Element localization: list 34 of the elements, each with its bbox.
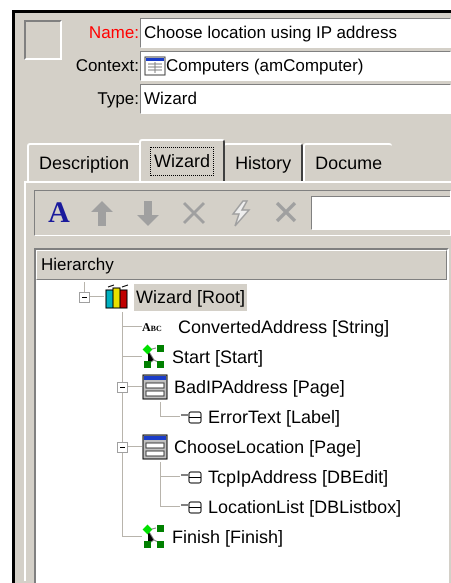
tree-item[interactable]: ChooseLocation [Page] (172, 434, 364, 460)
tree-item[interactable]: LocationList [DBListbox] (206, 494, 404, 520)
field-label: Type: (96, 88, 140, 110)
search-field[interactable] (311, 196, 450, 230)
flowchart-icon (142, 344, 166, 370)
text-field[interactable]: Choose location using IP address (140, 18, 451, 48)
tree-item[interactable]: TcpIpAddress [DBEdit] (206, 464, 390, 490)
tab[interactable]: History (223, 143, 304, 181)
table-icon (144, 56, 166, 76)
text-field[interactable]: Wizard (140, 84, 451, 114)
tree-item[interactable]: ConvertedAddress [String] (176, 314, 392, 340)
tree-item[interactable]: Finish [Finish] (170, 524, 286, 550)
image-placeholder (24, 20, 62, 60)
tab[interactable]: Description (27, 143, 142, 181)
tree-line (160, 402, 180, 417)
collapse-toggle[interactable] (117, 382, 128, 393)
tree-item[interactable]: Wizard [Root] (134, 284, 248, 310)
font-button[interactable]: A (45, 198, 73, 228)
tab[interactable]: Wizard (139, 139, 226, 181)
tree-item[interactable]: Start [Start] (170, 344, 266, 370)
text-field[interactable]: Computers (amComputer) (140, 51, 451, 81)
collapse-toggle[interactable] (117, 442, 128, 453)
field-label: Context: (74, 55, 140, 78)
collapse-toggle[interactable] (79, 292, 90, 303)
form-icon (142, 374, 168, 400)
books-icon (104, 284, 130, 310)
tree-item[interactable]: BadIPAddress [Page] (172, 374, 347, 400)
flowchart-icon (142, 524, 166, 550)
string-icon: Abc (142, 318, 172, 336)
tab[interactable]: Docume (303, 143, 392, 181)
column-header: Hierarchy (36, 250, 447, 280)
tree-item[interactable]: ErrorText [Label] (206, 404, 342, 430)
form-icon (142, 434, 168, 460)
field-label: Name: (88, 22, 140, 44)
